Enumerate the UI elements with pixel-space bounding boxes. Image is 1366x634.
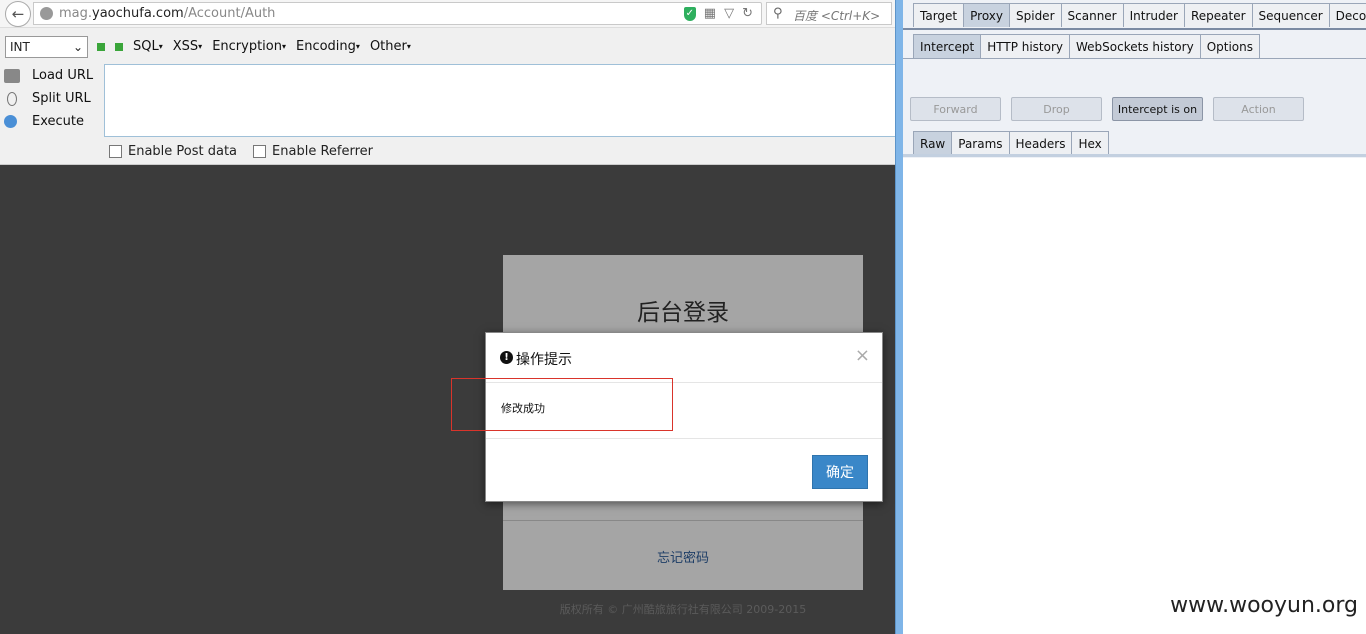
- chevron-down-icon: ⌄: [72, 40, 83, 54]
- hackbar-toolbar: INT ⌄ SQL▾ XSS▾ Encryption▾ Encoding▾ Oth…: [0, 28, 896, 165]
- search-placeholder: 百度 <Ctrl+K>: [793, 9, 881, 23]
- divider: [503, 520, 863, 521]
- tab-spider[interactable]: Spider: [1009, 3, 1062, 27]
- browser-window: ← mag.yaochufa.com/Account/Auth ✓ ▦ ▽ ↻ …: [0, 0, 896, 634]
- dropdown-arrow-icon[interactable]: ▽: [724, 6, 734, 21]
- execute-button[interactable]: Execute: [4, 110, 100, 133]
- confirm-button[interactable]: 确定: [812, 455, 868, 489]
- burp-window: Target Proxy Spider Scanner Intruder Rep…: [903, 0, 1366, 634]
- close-icon[interactable]: ×: [855, 345, 870, 366]
- search-icon: ⚲: [773, 6, 783, 21]
- qr-code-icon[interactable]: ▦: [704, 6, 716, 21]
- tab-http-history[interactable]: HTTP history: [980, 34, 1071, 58]
- watermark-text: www.wooyun.org: [1170, 593, 1358, 618]
- enable-referrer-checkbox[interactable]: Enable Referrer: [253, 144, 373, 159]
- highlight-annotation: [451, 378, 673, 431]
- url-host: yaochufa.com: [92, 6, 184, 21]
- url-field[interactable]: mag.yaochufa.com/Account/Auth ✓ ▦ ▽ ↻: [33, 2, 762, 25]
- url-prefix: mag.: [59, 6, 93, 21]
- tab-intercept[interactable]: Intercept: [913, 34, 982, 58]
- forgot-password-link[interactable]: 忘记密码: [503, 547, 863, 566]
- tab-target[interactable]: Target: [913, 3, 965, 27]
- navigation-bar: ← mag.yaochufa.com/Account/Auth ✓ ▦ ▽ ↻ …: [0, 0, 896, 28]
- load-url-button[interactable]: Load URL: [4, 64, 100, 87]
- reload-icon[interactable]: ↻: [742, 6, 753, 21]
- tab-hex[interactable]: Hex: [1071, 131, 1109, 155]
- tab-sequencer[interactable]: Sequencer: [1251, 3, 1330, 27]
- url-icons: ✓ ▦ ▽ ↻: [683, 6, 753, 21]
- url-path: /Account/Auth: [183, 6, 276, 21]
- menu-encryption[interactable]: Encryption▾: [212, 39, 286, 54]
- increase-icon[interactable]: [115, 42, 123, 51]
- intercept-actions: Forward Drop Intercept is on Action: [910, 97, 1304, 121]
- load-url-icon: [4, 68, 20, 83]
- hackbar-options: Enable Post data Enable Referrer: [109, 144, 373, 159]
- action-button[interactable]: Action: [1213, 97, 1304, 121]
- tab-repeater[interactable]: Repeater: [1183, 3, 1253, 27]
- pane-divider[interactable]: [895, 0, 903, 634]
- dialog-header: ! 操作提示 ×: [486, 333, 882, 383]
- globe-icon: [40, 7, 53, 20]
- view-tabs-separator: [903, 154, 1366, 157]
- url-text: mag.yaochufa.com/Account/Auth: [59, 6, 275, 21]
- tabs-separator: [903, 28, 1366, 30]
- drop-button[interactable]: Drop: [1011, 97, 1102, 121]
- burp-toolbar-area: Target Proxy Spider Scanner Intruder Rep…: [903, 0, 1366, 158]
- shield-icon[interactable]: ✓: [683, 6, 696, 21]
- copyright-text: 版权所有 © 广州酷旅旅行社有限公司 2009-2015: [559, 603, 807, 616]
- int-select[interactable]: INT ⌄: [5, 36, 88, 58]
- sub-tabs-separator: [903, 58, 1366, 59]
- intercept-toggle-button[interactable]: Intercept is on: [1112, 97, 1203, 121]
- menu-sql[interactable]: SQL▾: [133, 39, 163, 54]
- menu-other[interactable]: Other▾: [370, 39, 411, 54]
- tab-decoder[interactable]: Decoder: [1328, 3, 1366, 27]
- back-button[interactable]: ←: [5, 1, 31, 27]
- hackbar-actions: Load URL Split URL Execute: [4, 64, 100, 133]
- decrease-icon[interactable]: [97, 42, 105, 51]
- split-url-icon: [7, 91, 17, 106]
- proxy-sub-tabs: Intercept HTTP history WebSockets histor…: [913, 34, 1260, 58]
- tab-proxy[interactable]: Proxy: [963, 3, 1010, 27]
- login-title: 后台登录: [637, 300, 729, 326]
- tab-params[interactable]: Params: [951, 131, 1010, 155]
- tab-intruder[interactable]: Intruder: [1122, 3, 1185, 27]
- tab-raw[interactable]: Raw: [913, 131, 953, 155]
- burp-main-tabs: Target Proxy Spider Scanner Intruder Rep…: [913, 3, 1366, 27]
- hackbar-url-textarea[interactable]: [104, 64, 896, 137]
- message-view-tabs: Raw Params Headers Hex: [913, 131, 1109, 155]
- int-select-value: INT: [10, 40, 30, 54]
- menu-encoding[interactable]: Encoding▾: [296, 39, 360, 54]
- exclamation-icon: !: [500, 351, 513, 364]
- execute-icon: [4, 115, 17, 128]
- tab-options[interactable]: Options: [1199, 34, 1260, 58]
- menu-xss[interactable]: XSS▾: [173, 39, 202, 54]
- search-input[interactable]: ⚲ 百度 <Ctrl+K>: [766, 2, 892, 25]
- enable-post-data-checkbox[interactable]: Enable Post data: [109, 144, 237, 159]
- dialog-title: 操作提示: [516, 352, 572, 368]
- back-arrow-icon: ←: [11, 5, 25, 23]
- split-url-button[interactable]: Split URL: [4, 87, 100, 110]
- tab-headers[interactable]: Headers: [1008, 131, 1073, 155]
- tab-scanner[interactable]: Scanner: [1060, 3, 1124, 27]
- hackbar-menu: SQL▾ XSS▾ Encryption▾ Encoding▾ Other▾: [97, 39, 411, 54]
- forward-button[interactable]: Forward: [910, 97, 1001, 121]
- tab-websockets-history[interactable]: WebSockets history: [1069, 34, 1201, 58]
